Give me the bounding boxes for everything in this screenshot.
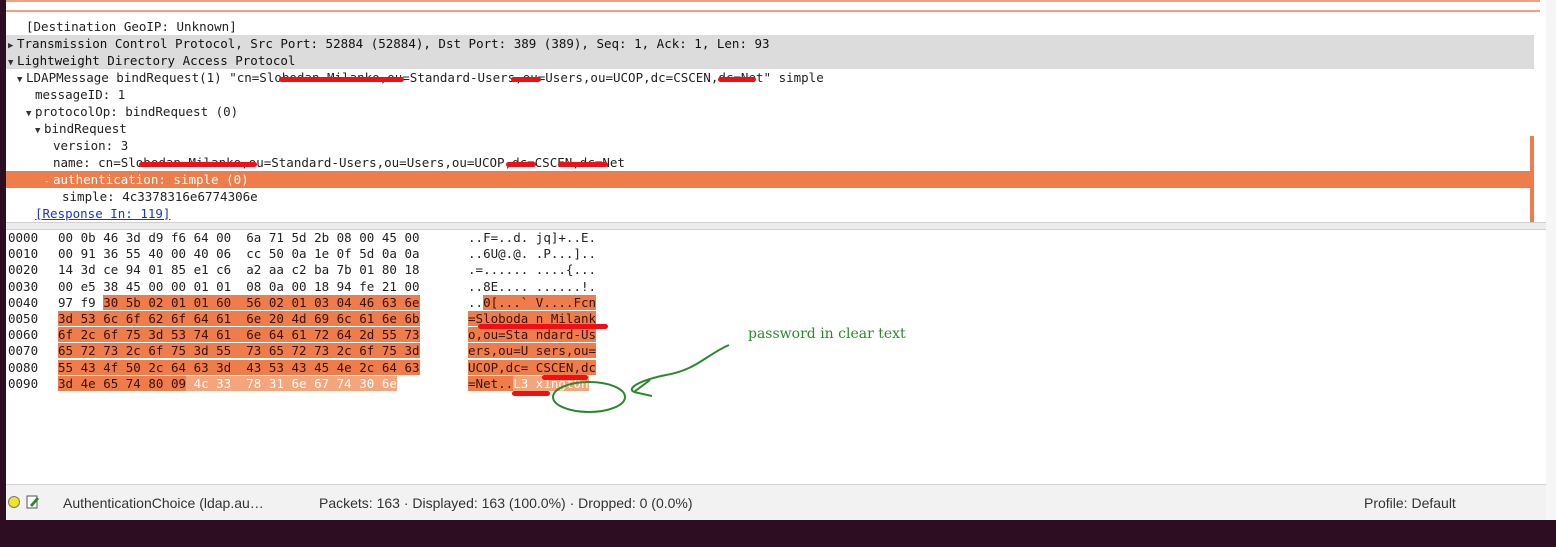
pane-splitter[interactable] bbox=[6, 222, 1546, 230]
hex-offset: 0050 bbox=[8, 311, 39, 326]
annotation-label: password in clear text bbox=[748, 326, 906, 342]
hex-bytes[interactable]: 6f 2c 6f 75 3d 53 74 61 6e 64 61 72 64 2… bbox=[58, 327, 458, 343]
tree-item[interactable]: ▶ Transmission Control Protocol, Src Port… bbox=[6, 35, 1534, 52]
vertical-scrollbar[interactable] bbox=[1546, 0, 1556, 520]
hex-bytes[interactable]: 00 91 36 55 40 00 40 06 cc 50 0a 1e 0f 5… bbox=[58, 246, 458, 262]
hex-offset: 0090 bbox=[8, 375, 39, 391]
status-bar: AuthenticationChoice (ldap.au… Packets: … bbox=[6, 484, 1546, 520]
redaction-mark bbox=[478, 324, 608, 329]
tree-item[interactable]: ▼ LDAPMessage bindRequest(1) "cn=Slobodan… bbox=[6, 69, 1534, 86]
tree-item-label: simple: 4c3378316e6774306e bbox=[62, 189, 258, 204]
hex-offset: 0000 bbox=[8, 230, 39, 245]
details-scroll-marker bbox=[1530, 136, 1534, 222]
tree-item-label: version: 3 bbox=[53, 138, 129, 153]
tree-item[interactable]: ▼ protocolOp: bindRequest (0) bbox=[6, 103, 1534, 120]
tree-item[interactable]: messageID: 1 bbox=[6, 86, 1534, 103]
tree-item-label: authentication: simple (0) bbox=[53, 172, 249, 187]
redaction-mark bbox=[506, 162, 536, 167]
hex-offset: 0010 bbox=[8, 246, 39, 262]
status-packet-counts: Packets: 163 · Displayed: 163 (100.0%) ·… bbox=[319, 495, 693, 511]
hex-offset: 0060 bbox=[8, 327, 39, 343]
tree-item[interactable]: simple: 4c3378316e6774306e bbox=[6, 188, 1534, 205]
annotation-arrow-icon bbox=[552, 344, 730, 413]
redaction-mark bbox=[718, 77, 756, 82]
tree-item-label: bindRequest bbox=[44, 121, 127, 136]
hex-bytes[interactable]: 55 43 4f 50 2c 64 63 3d 43 53 43 45 4e 2… bbox=[58, 359, 458, 376]
tree-item-label: protocolOp: bindRequest (0) bbox=[35, 104, 239, 119]
top-divider-2 bbox=[6, 10, 1540, 12]
redaction-mark bbox=[139, 162, 257, 167]
redaction-mark bbox=[558, 162, 608, 167]
tree-item-label: LDAPMessage bindRequest(1) "cn=Slobodan … bbox=[26, 70, 824, 85]
hex-bytes[interactable]: 00 e5 38 45 00 00 01 01 08 0a 00 18 94 f… bbox=[58, 279, 458, 295]
tree-item[interactable]: - authentication: simple (0) bbox=[6, 171, 1534, 188]
redaction-mark bbox=[511, 77, 541, 82]
hex-ascii[interactable]: ..F=..d. jq]+..E. bbox=[468, 230, 618, 246]
hex-bytes[interactable]: 3d 4e 65 74 80 09 4c 33 78 31 6e 67 74 3… bbox=[58, 375, 458, 392]
hex-ascii[interactable]: ..8E.... ......!. bbox=[468, 279, 618, 295]
packet-bytes-pane[interactable]: 0000 00 0b 46 3d d9 f6 64 00 6a 71 5d 2b … bbox=[6, 230, 1546, 480]
hex-ascii[interactable]: .=...... ....{... bbox=[468, 262, 618, 278]
hex-ascii[interactable]: ..0[...` V....Fcn bbox=[468, 294, 618, 311]
expert-info-indicator-icon[interactable] bbox=[8, 496, 20, 508]
hex-bytes[interactable]: 14 3d ce 94 01 85 e1 c6 a2 aa c2 ba 7b 0… bbox=[58, 262, 458, 278]
edit-comment-icon[interactable] bbox=[26, 494, 40, 510]
tree-item-label: Transmission Control Protocol, Src Port:… bbox=[17, 36, 770, 51]
wireshark-window: [Destination GeoIP: Unknown] ▶ Transmissio… bbox=[6, 0, 1546, 520]
redaction-mark bbox=[512, 391, 550, 396]
hex-offset: 0020 bbox=[8, 262, 39, 278]
status-field-name: AuthenticationChoice (ldap.au… bbox=[63, 495, 264, 511]
tree-item-label: Lightweight Directory Access Protocol bbox=[17, 53, 296, 68]
hex-bytes[interactable]: 3d 53 6c 6f 62 6f 64 61 6e 20 4d 69 6c 6… bbox=[58, 311, 458, 327]
hex-bytes[interactable]: 00 0b 46 3d d9 f6 64 00 6a 71 5d 2b 08 0… bbox=[58, 230, 458, 246]
hex-bytes[interactable]: 97 f9 30 5b 02 01 01 60 56 02 01 03 04 4… bbox=[58, 294, 458, 311]
hex-offset: 0070 bbox=[8, 343, 39, 359]
tree-item-label: [Response In: 119] bbox=[35, 206, 171, 221]
tree-item[interactable]: version: 3 bbox=[6, 137, 1534, 154]
status-profile[interactable]: Profile: Default bbox=[1364, 495, 1456, 511]
tree-item[interactable]: [Destination GeoIP: Unknown] bbox=[6, 18, 1534, 35]
hex-offset: 0080 bbox=[8, 359, 39, 375]
hex-offset: 0030 bbox=[8, 278, 39, 294]
hex-ascii[interactable]: ..6U@.@. .P...].. bbox=[468, 246, 618, 262]
tree-item[interactable]: [Response In: 119] bbox=[6, 205, 1534, 222]
packet-details-pane[interactable]: [Destination GeoIP: Unknown] ▶ Transmissio… bbox=[6, 18, 1534, 222]
tree-item[interactable]: ▼ bindRequest bbox=[6, 120, 1534, 137]
redaction-mark bbox=[279, 77, 404, 82]
tree-item-label: messageID: 1 bbox=[35, 87, 126, 102]
top-divider bbox=[6, 0, 1540, 2]
hex-bytes[interactable]: 65 72 73 2c 6f 75 3d 55 73 65 72 73 2c 6… bbox=[58, 343, 458, 359]
tree-item[interactable]: ▼ Lightweight Directory Access Protocol bbox=[6, 52, 1534, 69]
tree-item-label: [Destination GeoIP: Unknown] bbox=[26, 19, 237, 34]
hex-offset: 0040 bbox=[8, 294, 39, 310]
